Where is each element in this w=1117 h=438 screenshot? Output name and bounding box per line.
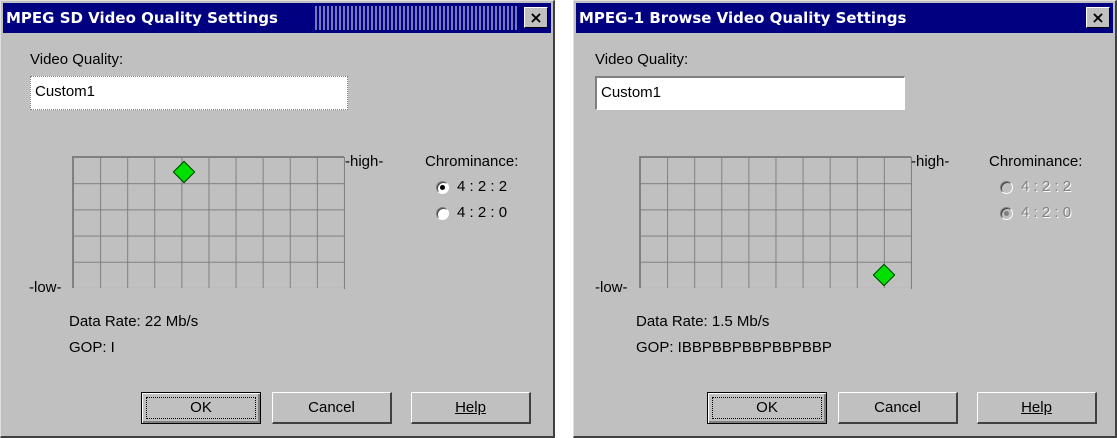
title-bar[interactable]: MPEG SD Video Quality Settings × <box>3 3 551 33</box>
video-quality-input[interactable]: Custom1 <box>30 76 348 110</box>
quality-grid[interactable] <box>639 156 912 289</box>
help-label: Help <box>455 399 486 416</box>
ok-button[interactable]: OK <box>141 392 261 424</box>
focus-rect <box>146 397 256 419</box>
help-button[interactable]: Help <box>977 392 1097 424</box>
video-quality-label: Video Quality: <box>30 51 124 68</box>
radio-button[interactable] <box>436 207 449 220</box>
high-label: -high- <box>345 153 384 170</box>
help-label: Help <box>1021 399 1052 416</box>
help-button[interactable]: Help <box>411 392 531 424</box>
chroma-option-422[interactable]: 4 : 2 : 2 <box>1000 178 1071 200</box>
radio-button[interactable] <box>436 181 449 194</box>
gop-text: GOP: IBBPBBPBBPBBPBBP <box>636 339 832 356</box>
chroma-option-label: 4 : 2 : 2 <box>1021 178 1072 195</box>
cancel-button[interactable]: Cancel <box>838 392 958 424</box>
dialog-title: MPEG-1 Browse Video Quality Settings <box>579 9 907 27</box>
focus-rect <box>712 397 822 419</box>
data-rate-text: Data Rate: 22 Mb/s <box>69 313 199 330</box>
cancel-label: Cancel <box>874 399 921 416</box>
chroma-option-420[interactable]: 4 : 2 : 0 <box>436 204 507 226</box>
gop-text: GOP: I <box>69 339 115 356</box>
cancel-label: Cancel <box>308 399 355 416</box>
chroma-option-label: 4 : 2 : 0 <box>1021 204 1072 221</box>
high-label: -high- <box>911 153 950 170</box>
close-button[interactable]: × <box>524 7 548 28</box>
dialog-title: MPEG SD Video Quality Settings <box>6 9 278 27</box>
radio-button[interactable] <box>1000 207 1013 220</box>
title-bar[interactable]: MPEG-1 Browse Video Quality Settings × <box>576 3 1113 33</box>
data-rate-text: Data Rate: 1.5 Mb/s <box>636 313 770 330</box>
chroma-option-422[interactable]: 4 : 2 : 2 <box>436 178 507 200</box>
chroma-option-420[interactable]: 4 : 2 : 0 <box>1000 204 1071 226</box>
close-icon: × <box>529 8 543 27</box>
close-button[interactable]: × <box>1086 7 1110 28</box>
chroma-option-label: 4 : 2 : 2 <box>457 178 508 195</box>
video-quality-input[interactable]: Custom1 <box>595 76 905 110</box>
low-label: -low- <box>595 279 628 296</box>
video-quality-label: Video Quality: <box>595 51 689 68</box>
chrominance-label: Chrominance: <box>425 153 519 170</box>
title-bar-pattern <box>315 6 519 30</box>
chrominance-label: Chrominance: <box>989 153 1083 170</box>
cancel-button[interactable]: Cancel <box>272 392 392 424</box>
low-label: -low- <box>29 279 62 296</box>
quality-grid[interactable] <box>72 156 345 289</box>
radio-button[interactable] <box>1000 181 1013 194</box>
ok-button[interactable]: OK <box>707 392 827 424</box>
mpeg1-browse-quality-dialog: MPEG-1 Browse Video Quality Settings × V… <box>573 0 1117 438</box>
close-icon: × <box>1091 8 1105 27</box>
mpeg-sd-quality-dialog: MPEG SD Video Quality Settings × Video Q… <box>0 0 555 438</box>
chroma-option-label: 4 : 2 : 0 <box>457 204 508 221</box>
